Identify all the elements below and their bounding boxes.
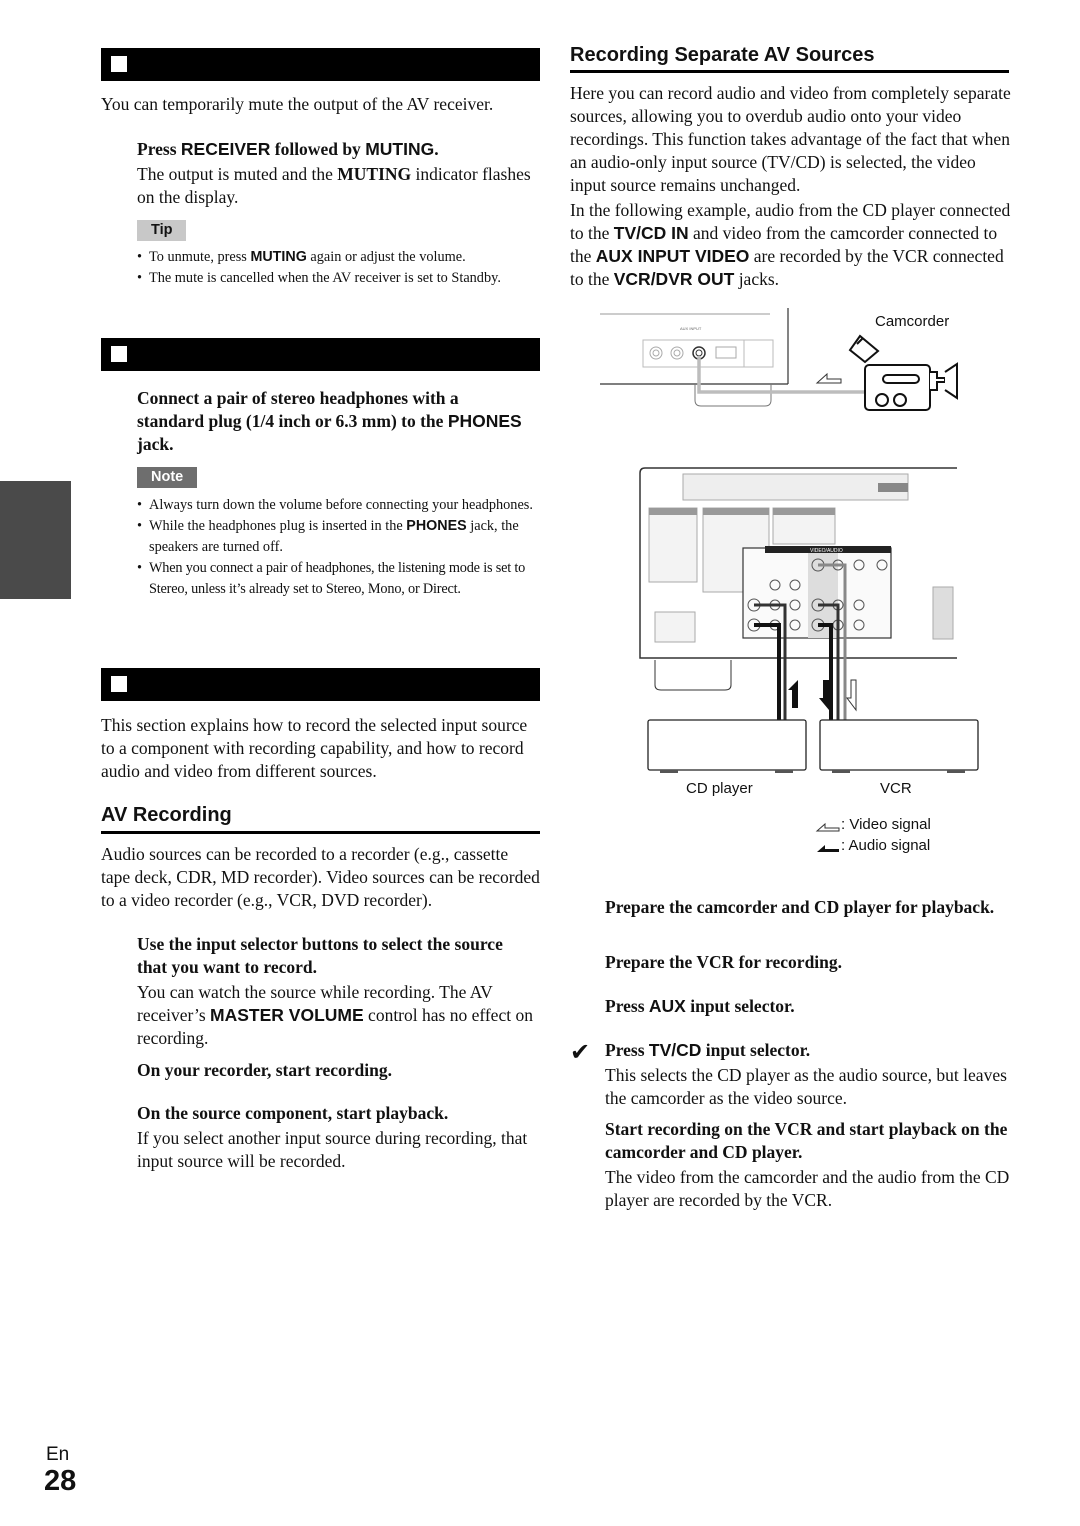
aux-input-label: AUX INPUT (680, 326, 702, 331)
receiver-rear-panel: HDMI VIDEO/AUDIO (639, 467, 957, 691)
connection-diagram: AUX INPUT HDMI VIDEO/AUDIO (600, 308, 979, 852)
video-audio-label: VIDEO/AUDIO (810, 548, 843, 554)
video-signal-arrow-icon (815, 372, 842, 384)
muting-step-result: The output is muted and the MUTING indic… (137, 164, 531, 207)
tip-item: To unmute, press MUTING again or adjust … (137, 247, 532, 268)
av-recording-intro: Audio sources can be recorded to a recor… (101, 844, 540, 910)
video-cable-aux (697, 356, 865, 394)
section-square-icon (111, 676, 127, 692)
checkmark-icon: ✔ (570, 1040, 591, 1066)
separate-av-heading: Recording Separate AV Sources (570, 44, 875, 66)
camcorder-label: Camcorder (875, 313, 950, 330)
tip-list: To unmute, press MUTING again or adjust … (137, 247, 532, 289)
note-list: Always turn down the volume before conne… (137, 495, 537, 600)
section-header-bar-headphones (101, 338, 540, 371)
vcr-label: VCR (880, 780, 912, 797)
tip-label: Tip (137, 220, 187, 241)
camcorder-icon (848, 334, 958, 411)
separate-step-1-title: Prepare the camcorder and CD player for … (605, 897, 995, 917)
legend-video-icon (815, 822, 840, 832)
note-label: Note (137, 467, 198, 488)
recording-step-3-title: On the source component, start playback. (137, 1103, 449, 1123)
recording-step-3-body: If you select another input source durin… (137, 1128, 528, 1171)
cd-player-label: CD player (686, 780, 753, 797)
note-item: While the headphones plug is inserted in… (137, 516, 537, 558)
recording-step-1-body: You can watch the source while recording… (137, 982, 533, 1048)
section-square-icon (111, 56, 127, 72)
legend-video-label: : Video signal (841, 816, 931, 833)
separate-step-5-title: Start recording on the VCR and start pla… (605, 1119, 1008, 1162)
separate-step-5-body: The video from the camcorder and the aud… (605, 1167, 1010, 1210)
heading-rule (570, 70, 1009, 73)
vcr-box (819, 719, 979, 771)
av-recording-heading: AV Recording (101, 804, 232, 826)
recording-intro: This section explains how to record the … (101, 715, 528, 781)
headphones-step-title: Connect a pair of stereo headphones with… (137, 388, 522, 454)
legend-audio-icon (817, 845, 839, 852)
section-header-bar-muting (101, 48, 540, 81)
video-signal-arrow-icon (846, 679, 857, 712)
audio-signal-arrow-icon (819, 680, 829, 710)
cd-player-box (647, 719, 807, 771)
muting-intro: You can temporarily mute the output of t… (101, 94, 494, 114)
legend-audio-label: : Audio signal (841, 837, 931, 854)
page-number: 28 (44, 1465, 77, 1497)
recording-step-1-title: Use the input selector buttons to select… (137, 934, 503, 977)
tip-item: The mute is cancelled when the AV receiv… (137, 268, 532, 289)
audio-cable-vcr-right (818, 623, 833, 720)
section-header-bar-recording (101, 668, 540, 701)
note-item: Always turn down the volume before conne… (137, 495, 537, 516)
recording-step-2-title: On your recorder, start recording. (137, 1060, 393, 1080)
section-square-icon (111, 346, 127, 362)
separate-step-4-title: Press TV/CD input selector. (605, 1040, 811, 1060)
separate-step-2-title: Prepare the VCR for recording. (605, 952, 843, 972)
separate-av-intro-1: Here you can record audio and video from… (570, 83, 1011, 195)
heading-rule (101, 831, 540, 834)
separate-av-intro-2: In the following example, audio from the… (570, 200, 1011, 289)
chapter-side-tab (0, 481, 71, 599)
separate-step-3-title: Press AUX input selector. (605, 996, 795, 1016)
audio-cable-cd-right (754, 623, 781, 720)
audio-signal-arrow-icon (788, 680, 798, 708)
note-item: When you connect a pair of headphones, t… (137, 558, 537, 600)
muting-step-title: Press RECEIVER followed by MUTING. (137, 139, 439, 159)
page-language: En (46, 1444, 70, 1465)
separate-step-4-body: This selects the CD player as the audio … (605, 1065, 1007, 1108)
